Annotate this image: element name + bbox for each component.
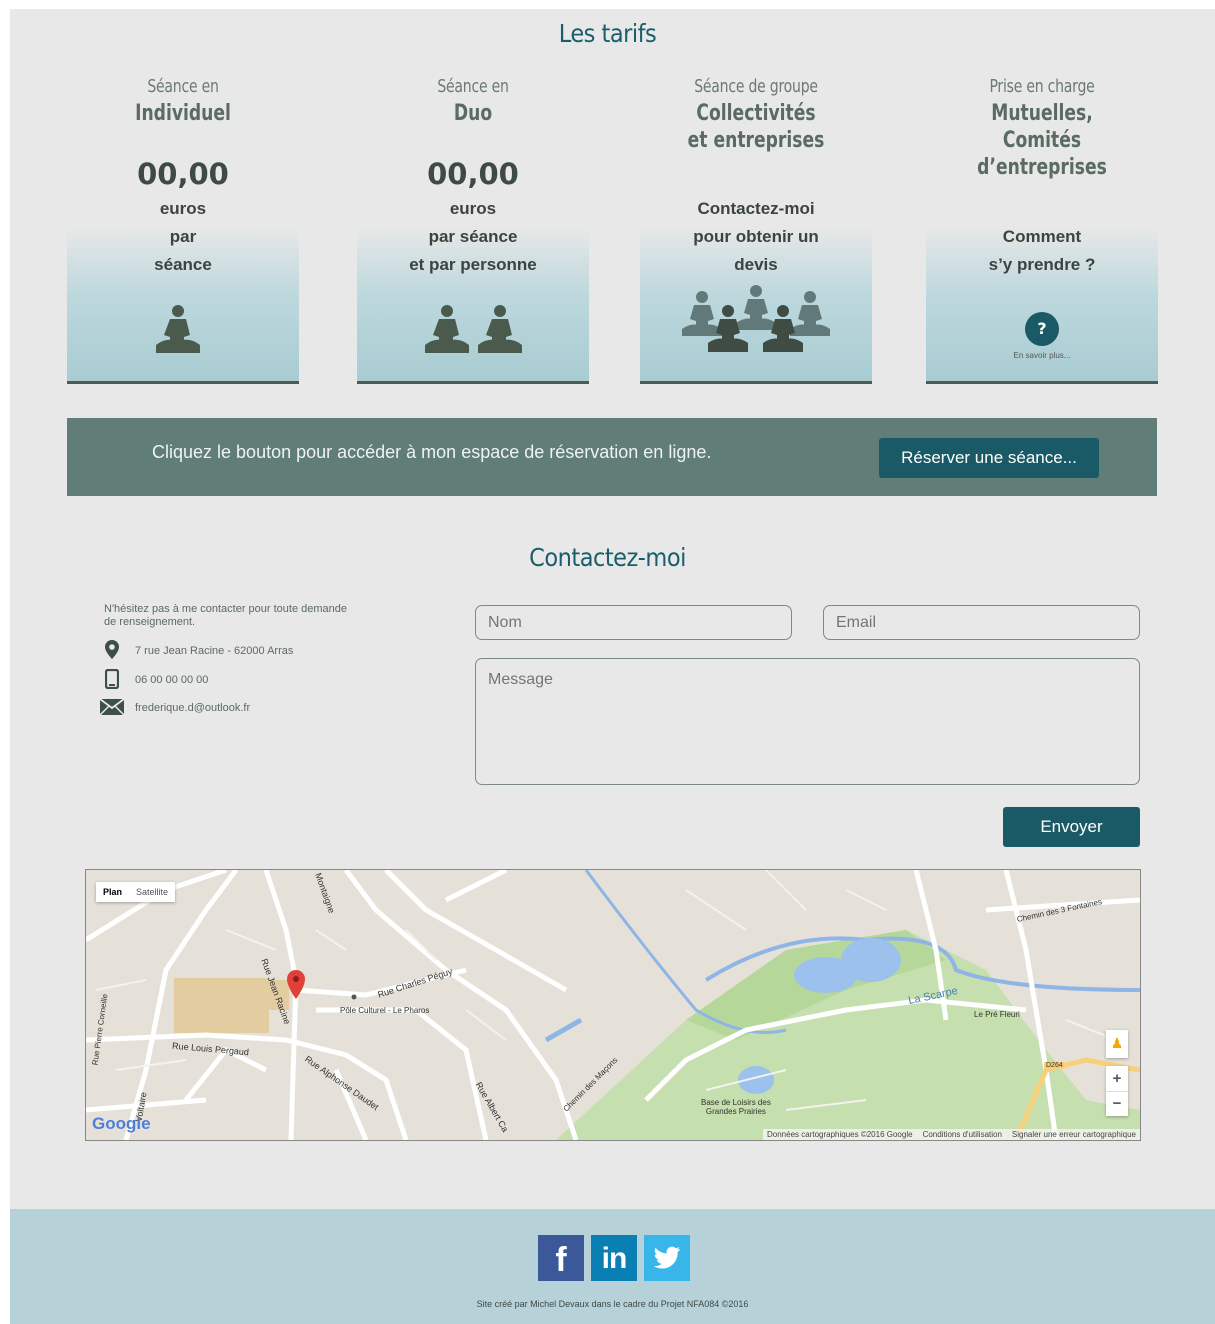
tarif-sup: Séance en xyxy=(437,76,509,97)
tarif-name: Mutuelles, xyxy=(991,101,1093,126)
envelope-icon xyxy=(100,699,124,715)
social-links: f in xyxy=(538,1235,690,1281)
tarif-name: Collectivités xyxy=(696,101,816,126)
message-textarea[interactable] xyxy=(475,658,1140,785)
tarif-text-line: par xyxy=(169,227,197,246)
facebook-icon[interactable]: f xyxy=(538,1235,584,1281)
meditation-group-icon xyxy=(682,285,830,352)
contact-title: Contactez-moi xyxy=(529,543,686,572)
booking-banner: Cliquez le bouton pour accéder à mon esp… xyxy=(67,418,1157,496)
tarif-text-line: Comment xyxy=(1002,227,1082,246)
tarif-sup: Séance de groupe xyxy=(694,76,818,97)
phone-icon xyxy=(105,669,119,689)
map-attribution: Données cartographiques ©2016 Google xyxy=(767,1130,913,1139)
zoom-control: + − xyxy=(1106,1066,1128,1116)
help-button[interactable]: ? xyxy=(1025,312,1059,346)
page: Les tarifs Séance en Individuel 00,00 eu… xyxy=(10,9,1215,1324)
tarif-name: Individuel xyxy=(135,101,231,126)
tarif-text-line: et par personne xyxy=(409,255,537,274)
footer-credit: Site créé par Michel Devaux dans le cadr… xyxy=(476,1299,749,1309)
meditation-duo-icon xyxy=(425,305,522,353)
map[interactable]: Plan Satellite Montaigne Rue Jean Racine… xyxy=(85,869,1141,1141)
contact-intro: N'hésitez pas à me contacter pour toute … xyxy=(104,603,347,629)
meditation-person-icon xyxy=(156,305,200,353)
tarif-name: et entreprises xyxy=(687,128,825,153)
booking-banner-text: Cliquez le bouton pour accéder à mon esp… xyxy=(152,442,712,462)
tarif-name: Duo xyxy=(453,101,493,126)
tarif-text-line: Contactez-moi xyxy=(697,199,815,218)
tarif-header-individuel: Séance en Individuel xyxy=(67,74,299,127)
tarif-text-line: euros xyxy=(159,199,207,218)
tarif-text: Comment s’y prendre ? xyxy=(926,223,1158,279)
contact-address: 7 rue Jean Racine - 62000 Arras xyxy=(135,645,294,657)
tarif-header-mutuelles: Prise en charge Mutuelles, Comités d’ent… xyxy=(926,74,1158,181)
contact-intro-line: de renseignement. xyxy=(104,616,196,628)
map-report-link[interactable]: Signaler une erreur cartographique xyxy=(1012,1130,1136,1139)
tarif-text-line: pour obtenir un xyxy=(693,227,819,246)
map-tab-satellite[interactable]: Satellite xyxy=(129,882,175,902)
tarif-sup: Prise en charge xyxy=(989,76,1095,97)
name-input[interactable] xyxy=(475,605,792,640)
tarif-text-line: devis xyxy=(734,255,778,274)
map-type-control: Plan Satellite xyxy=(96,882,176,902)
tarif-price: 00,00 xyxy=(137,157,229,191)
tarif-text: Contactez-moi pour obtenir un devis xyxy=(640,195,872,279)
footer: f in Site créé par Michel Devaux dans le… xyxy=(10,1209,1215,1324)
contact-intro-line: N'hésitez pas à me contacter pour toute … xyxy=(104,603,348,615)
book-session-button[interactable]: Réserver une séance... xyxy=(879,438,1099,478)
more-info-link[interactable]: En savoir plus... xyxy=(926,351,1158,360)
twitter-icon[interactable] xyxy=(644,1235,690,1281)
map-tab-plan[interactable]: Plan xyxy=(96,882,129,902)
contact-phone: 06 00 00 00 00 xyxy=(135,674,209,686)
tarif-sup: Séance en xyxy=(147,76,219,97)
contact-email: frederique.d@outlook.fr xyxy=(135,702,251,714)
tarif-text-line: séance xyxy=(154,255,212,274)
linkedin-icon[interactable]: in xyxy=(591,1235,637,1281)
google-logo: Google xyxy=(92,1114,151,1133)
tarif-text-line: par séance xyxy=(428,227,518,246)
street-view-pegman-icon[interactable]: ♟ xyxy=(1106,1030,1128,1058)
tarif-text: euros par séance et par personne xyxy=(357,195,589,279)
location-pin-icon xyxy=(105,640,119,659)
twitter-bird-icon xyxy=(653,1246,681,1269)
tarif-text-line: euros xyxy=(449,199,497,218)
tarifs-title: Les tarifs xyxy=(558,19,657,48)
tarif-text: euros par séance xyxy=(67,195,299,279)
map-canvas[interactable] xyxy=(86,870,1140,1140)
tarif-header-groupe: Séance de groupe Collectivités et entrep… xyxy=(640,74,872,154)
tarif-text-line: s’y prendre ? xyxy=(988,255,1096,274)
tarif-name: d’entreprises xyxy=(977,155,1107,180)
map-terms-link[interactable]: Conditions d'utilisation xyxy=(923,1130,1002,1139)
send-button[interactable]: Envoyer xyxy=(1003,807,1140,847)
zoom-in-button[interactable]: + xyxy=(1106,1066,1128,1092)
tarif-header-duo: Séance en Duo xyxy=(357,74,589,127)
tarif-name: Comités xyxy=(1002,128,1082,153)
tarif-price: 00,00 xyxy=(427,157,519,191)
zoom-out-button[interactable]: − xyxy=(1106,1092,1128,1116)
map-attribution-bar: Données cartographiques ©2016 Google Con… xyxy=(763,1129,1140,1140)
email-input[interactable] xyxy=(823,605,1140,640)
